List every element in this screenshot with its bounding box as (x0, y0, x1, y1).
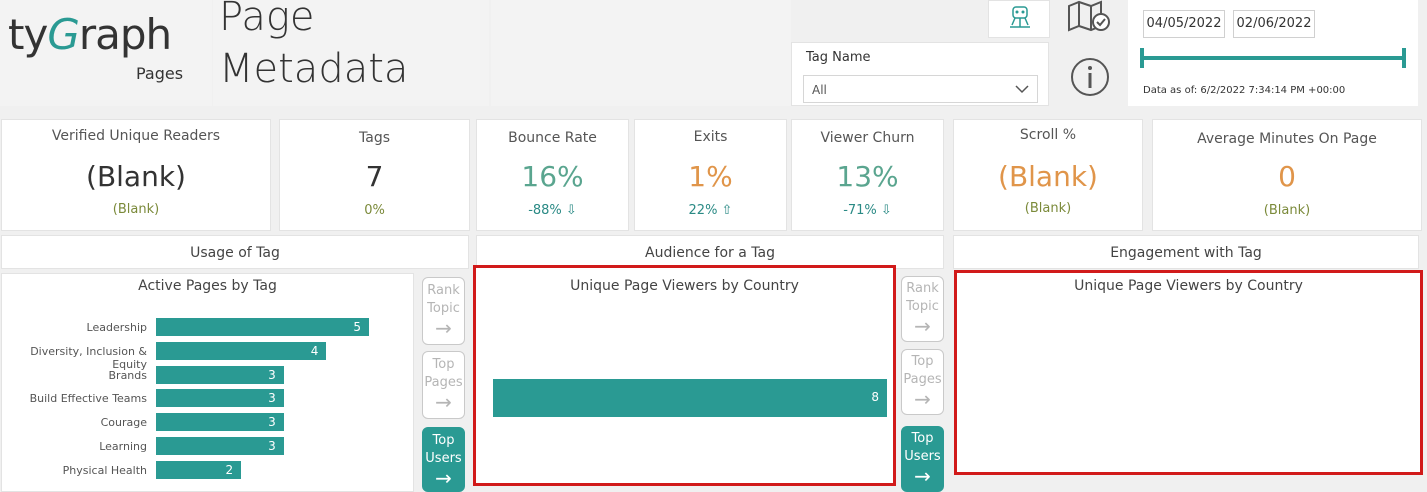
kpi-sub: -71% ⇩ (843, 203, 892, 218)
bar-value-label: 3 (268, 439, 276, 453)
page-title-line1: Page (219, 0, 315, 40)
robot-button[interactable] (988, 0, 1050, 38)
kpi-sub: (Blank) (112, 202, 160, 217)
bar-value-label: 3 (268, 391, 276, 406)
active-pages-chart: Active Pages by Tag Leadership 5 Diversity… (1, 273, 414, 492)
header-spacer (491, 0, 791, 106)
arrow-right-icon: → (914, 314, 931, 338)
date-end-input[interactable]: 02/06/2022 (1233, 10, 1315, 38)
chart-title: Active Pages by Tag (138, 278, 277, 294)
map-check-icon (1068, 0, 1110, 32)
bar-category-label: Build Effective Teams (29, 392, 147, 406)
arrow-right-icon: → (435, 390, 452, 414)
date-range-track[interactable] (1142, 56, 1406, 60)
top-users-label: Top Users (425, 433, 462, 466)
rank-topic-button[interactable]: Rank Topic → (422, 277, 465, 345)
kpi-bounce-rate: Bounce Rate 16% -88% ⇩ (476, 119, 629, 231)
kpi-label: Tags (359, 130, 390, 146)
section-engagement-with-tag: Engagement with Tag (953, 235, 1419, 269)
viewers-country-chart-2: Unique Page Viewers by Country (954, 270, 1423, 475)
kpi-value: (Blank) (86, 160, 186, 193)
kpi-label: Exits (693, 129, 728, 145)
tag-filter: Tag Name All (791, 42, 1049, 106)
arrow-right-icon: → (914, 387, 931, 411)
page-title-line2: Metadata (219, 46, 409, 92)
rank-topic-button-2[interactable]: Rank Topic → (901, 276, 944, 342)
bar-category-label: Diversity, Inclusion & Equity (30, 344, 147, 371)
kpi-label: Scroll % (1019, 127, 1077, 143)
top-pages-button[interactable]: Top Pages → (422, 351, 465, 419)
robot-icon (1010, 6, 1030, 28)
chart-title: Unique Page Viewers by Country (570, 278, 799, 294)
kpi-sub: (Blank) (1263, 203, 1311, 218)
kpi-value: 1% (688, 160, 733, 193)
top-users-button[interactable]: Top Users → (422, 427, 465, 492)
bar-value-label: 2 (225, 462, 234, 477)
kpi-value: 13% (836, 160, 899, 193)
date-range-handle-end[interactable] (1402, 48, 1406, 68)
viewers-country-chart: Unique Page Viewers by Country 8 (473, 265, 896, 486)
section-audience-for-tag: Audience for a Tag (476, 235, 944, 269)
info-icon (1071, 58, 1109, 96)
top-users-button-2[interactable]: Top Users → (901, 426, 944, 492)
arrow-right-icon: → (914, 464, 931, 488)
kpi-label: Viewer Churn (820, 130, 915, 146)
date-slicer: 04/05/2022 02/06/2022 Data as of: 6/2/20… (1128, 0, 1418, 106)
bar-category-label: Leadership (86, 321, 147, 334)
tag-dropdown-value: All (812, 83, 827, 97)
kpi-scroll: Scroll % (Blank) (Blank) (953, 119, 1143, 231)
top-users-label: Top Users (904, 431, 941, 464)
bar-category-label: Brands (108, 368, 148, 382)
logo: tyGraph (8, 10, 172, 59)
info-button[interactable] (1069, 56, 1111, 98)
tag-filter-label: Tag Name (806, 50, 871, 65)
bar-category-label: Learning (99, 440, 147, 453)
bar-value-label: 3 (268, 367, 276, 382)
kpi-verified-unique-readers: Verified Unique Readers (Blank) (Blank) (1, 119, 271, 231)
logo-subtitle: Pages (136, 64, 184, 83)
bar-category-label: Physical Health (62, 463, 147, 477)
tag-dropdown[interactable]: All (803, 75, 1038, 103)
kpi-label: Verified Unique Readers (51, 128, 221, 144)
date-range-handle-start[interactable] (1140, 48, 1144, 68)
bar-value-label: 5 (353, 320, 361, 334)
logo-area: tyGraph Pages (0, 0, 212, 106)
bar-category-label: Courage (100, 416, 147, 430)
bar-value-label: 4 (310, 343, 319, 358)
kpi-average-minutes: Average Minutes On Page 0 (Blank) (1152, 119, 1422, 231)
map-check-button[interactable] (1065, 0, 1115, 36)
kpi-label: Average Minutes On Page (1197, 131, 1377, 147)
kpi-value: 0 (1278, 160, 1296, 193)
top-pages-label: Top Pages (903, 354, 942, 387)
kpi-value: 16% (521, 160, 584, 193)
kpi-viewer-churn: Viewer Churn 13% -71% ⇩ (791, 119, 944, 231)
top-pages-button-2[interactable]: Top Pages → (901, 349, 944, 415)
section-usage-of-tag: Usage of Tag (1, 235, 469, 269)
kpi-tags: Tags 7 0% (279, 119, 470, 231)
bar-value-label: 8 (871, 390, 879, 404)
arrow-right-icon: → (435, 466, 452, 490)
title-area: Page Metadata (213, 0, 489, 106)
kpi-sub: (Blank) (1024, 201, 1072, 216)
arrow-right-icon: → (435, 316, 452, 340)
kpi-sub: 0% (364, 203, 385, 218)
top-pages-label: Top Pages (424, 357, 463, 390)
bar-value-label: 3 (268, 415, 276, 430)
kpi-sub: -88% ⇩ (528, 203, 577, 218)
kpi-exits: Exits 1% 22% ⇧ (634, 119, 787, 231)
data-as-of: Data as of: 6/2/2022 7:34:14 PM +00:00 (1143, 85, 1346, 96)
kpi-label: Bounce Rate (508, 130, 597, 146)
chevron-down-icon (1015, 85, 1029, 94)
kpi-value: 7 (365, 160, 384, 193)
rank-topic-label: Rank Topic (906, 281, 939, 314)
chart-title: Unique Page Viewers by Country (1074, 278, 1303, 294)
rank-topic-label: Rank Topic (427, 283, 460, 316)
kpi-sub: 22% ⇧ (688, 203, 733, 218)
kpi-value: (Blank) (998, 160, 1098, 193)
date-start-input[interactable]: 04/05/2022 (1143, 10, 1225, 38)
